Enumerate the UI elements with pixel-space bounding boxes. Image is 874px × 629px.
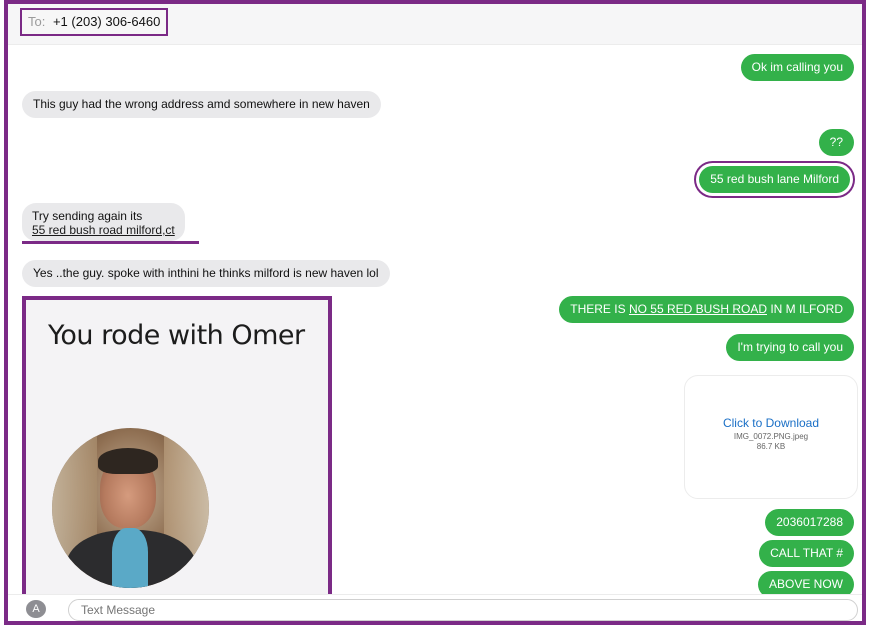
avatar-hair	[98, 448, 158, 474]
avatar-shirt	[112, 528, 148, 588]
message-text: Yes ..the guy. spoke with inthini he thi…	[33, 266, 379, 280]
sent-message[interactable]: Ok im calling you	[740, 54, 854, 81]
address-link[interactable]: 55 red bush road milford,ct	[32, 223, 175, 237]
message-text: ABOVE NOW	[768, 577, 843, 591]
message-text-pre: THERE IS	[570, 302, 629, 316]
download-link[interactable]: Click to Download	[685, 416, 857, 430]
message-text: I'm trying to call you	[737, 340, 843, 354]
message-text: ??	[829, 135, 843, 149]
message-list[interactable]: Ok im calling you This guy had the wrong…	[8, 45, 862, 607]
ride-title: You rode with Omer	[48, 320, 305, 351]
sent-message[interactable]: I'm trying to call you	[726, 334, 854, 361]
message-text: 55 red bush lane Milford	[710, 172, 839, 186]
attachment-size: 86.7 KB	[756, 442, 786, 451]
driver-avatar	[52, 428, 209, 588]
message-text: Try sending again its	[32, 209, 143, 223]
received-message[interactable]: This guy had the wrong address amd somew…	[22, 91, 381, 118]
ride-image-card[interactable]: You rode with Omer	[22, 296, 332, 607]
app-store-icon[interactable]: A	[26, 600, 46, 618]
compose-bar: A	[8, 594, 862, 621]
to-label: To:	[28, 14, 46, 29]
message-text-underlined: NO 55 RED BUSH ROAD	[628, 302, 767, 316]
recipient-number: +1 (203) 306-6460	[52, 14, 161, 29]
received-message[interactable]: Try sending again its 55 red bush road m…	[22, 203, 185, 241]
highlight-underline	[22, 241, 199, 244]
conversation-header: To: +1 (203) 306-6460	[8, 4, 862, 45]
messages-window: To: +1 (203) 306-6460 Ok im calling you …	[4, 0, 866, 625]
received-message[interactable]: Yes ..the guy. spoke with inthini he thi…	[22, 260, 390, 287]
sent-message[interactable]: 2036017288	[765, 509, 854, 536]
message-text: 2036017288	[776, 515, 843, 529]
sent-message[interactable]: CALL THAT #	[759, 540, 854, 567]
message-input[interactable]	[68, 599, 858, 621]
sent-message[interactable]: THERE IS NO 55 RED BUSH ROAD IN M ILFORD	[559, 296, 854, 323]
message-text-post: IN M ILFORD	[766, 302, 843, 316]
sent-message-highlighted[interactable]: 55 red bush lane Milford	[699, 166, 850, 193]
attachment-filename: IMG_0072.PNG.jpeg	[733, 432, 809, 441]
attachment-card[interactable]: Click to Download IMG_0072.PNG.jpeg 86.7…	[684, 375, 858, 499]
message-text: Ok im calling you	[751, 60, 843, 74]
message-text: CALL THAT #	[770, 546, 843, 560]
recipient-field[interactable]: To: +1 (203) 306-6460	[20, 8, 169, 36]
sent-message[interactable]: ??	[818, 129, 854, 156]
message-text: This guy had the wrong address amd somew…	[33, 97, 370, 111]
